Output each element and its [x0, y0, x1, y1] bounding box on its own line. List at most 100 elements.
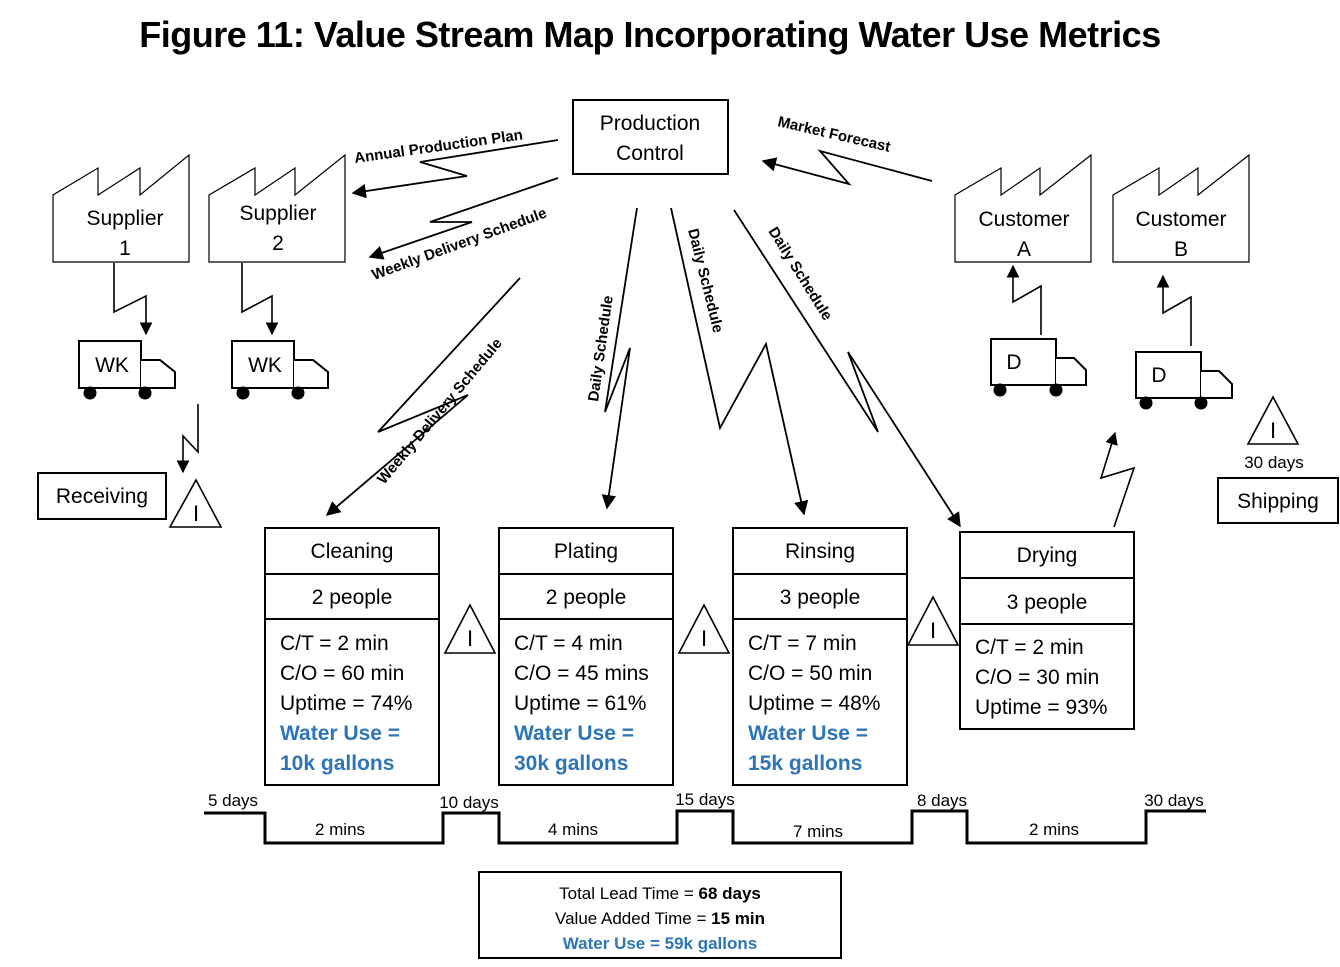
total-lead-time: Total Lead Time = 68 days [559, 884, 761, 903]
customer-b-factory-icon: Customer B [1112, 153, 1250, 263]
total-lead-time-value: 68 days [698, 884, 761, 903]
svg-text:I: I [930, 618, 936, 643]
process-uptime: Uptime = 48% [748, 692, 880, 715]
process-cycle-time: C/T = 4 min [514, 632, 623, 655]
lead-time-label: 5 days [208, 791, 258, 810]
process-people: 3 people [1007, 591, 1088, 614]
market-forecast-flow: Market Forecast [761, 113, 933, 186]
supplier-2-shipment-flow [241, 263, 279, 336]
supplier-1-truck-icon: WK [78, 340, 176, 400]
supplier-1-label: Supplier [86, 207, 163, 230]
customer-b-delivery-flow [1156, 274, 1192, 346]
process-time-label: 2 mins [1029, 820, 1079, 839]
customer-a-truck-icon: D [990, 338, 1087, 397]
customer-b-label: Customer [1135, 208, 1226, 231]
customer-a-label: Customer [978, 208, 1069, 231]
customer-a-letter: A [1017, 238, 1031, 261]
annual-production-plan-flow: Annual Production Plan [351, 126, 559, 199]
svg-text:I: I [701, 626, 707, 651]
receiving-inventory-icon: I [168, 478, 223, 528]
process-changeover: C/O = 50 min [748, 662, 872, 685]
process-cleaning: Cleaning 2 people C/T = 2 min C/O = 60 m… [264, 527, 440, 786]
supplier-1-number: 1 [119, 237, 131, 260]
value-added-time: Value Added Time = 15 min [555, 909, 765, 928]
shipping-inventory-days: 30 days [1244, 453, 1304, 472]
process-people: 3 people [780, 586, 861, 609]
process-name: Drying [1017, 544, 1078, 567]
daily-schedule-drying-flow: Daily Schedule [733, 209, 961, 528]
svg-text:I: I [193, 501, 199, 526]
process-cycle-time: C/T = 2 min [280, 632, 389, 655]
shipping-label: Shipping [1237, 490, 1319, 513]
process-water-use-value: 30k gallons [514, 752, 628, 775]
production-control-box: Production Control [572, 99, 729, 175]
weekly-delivery-supplier-flow: Weekly Delivery Schedule [368, 177, 559, 284]
supplier-2-truck-icon: WK [231, 340, 329, 400]
process-people: 2 people [312, 586, 393, 609]
svg-text:I: I [467, 626, 473, 651]
process-name: Cleaning [311, 540, 394, 563]
supplier-2-label: Supplier [239, 202, 316, 225]
weekly-delivery-cleaning-flow: Weekly Delivery Schedule [325, 277, 521, 516]
process-changeover: C/O = 60 min [280, 662, 404, 685]
customer-a-delivery-flow [1006, 264, 1042, 335]
process-people: 2 people [546, 586, 627, 609]
daily-schedule-plating-flow: Daily Schedule [585, 207, 638, 510]
production-control-label-2: Control [616, 142, 684, 165]
process-cycle-time: C/T = 2 min [975, 636, 1084, 659]
process-water-use-label: Water Use = [748, 722, 868, 745]
value-stream-map: Production Control Supplier 1 Supplier 2… [37, 99, 1339, 845]
weekly-delivery-supplier-label: Weekly Delivery Schedule [370, 205, 549, 284]
supplier-1-factory-icon: Supplier 1 [52, 153, 190, 263]
process-rinsing: Rinsing 3 people C/T = 7 min C/O = 50 mi… [732, 527, 908, 786]
process-water-use-label: Water Use = [280, 722, 400, 745]
inventory-icon: I [443, 603, 497, 654]
process-time-label: 7 mins [793, 822, 843, 841]
lead-time-label: 10 days [439, 793, 499, 812]
process-name: Rinsing [785, 540, 855, 563]
process-cycle-time: C/T = 7 min [748, 632, 857, 655]
supplier-1-truck-label: WK [95, 354, 129, 377]
receiving-label: Receiving [56, 485, 148, 508]
production-control-label-1: Production [600, 112, 700, 135]
inventory-icon: I [677, 603, 731, 654]
process-time-label: 2 mins [315, 820, 365, 839]
daily-schedule-plating-label: Daily Schedule [585, 295, 617, 403]
customer-b-truck-label: D [1151, 364, 1166, 387]
customer-a-factory-icon: Customer A [954, 153, 1092, 263]
process-plating: Plating 2 people C/T = 4 min C/O = 45 mi… [498, 527, 674, 786]
lead-time-label: 15 days [675, 790, 735, 809]
lead-time-label: 8 days [917, 791, 967, 810]
weekly-delivery-cleaning-label: Weekly Delivery Schedule [374, 335, 506, 488]
market-forecast-label: Market Forecast [776, 113, 892, 155]
shipping-box: Shipping [1217, 477, 1339, 524]
daily-schedule-rinsing-label: Daily Schedule [684, 227, 726, 335]
lead-time-label: 30 days [1144, 791, 1204, 810]
process-uptime: Uptime = 93% [975, 696, 1107, 719]
annual-production-plan-label: Annual Production Plan [353, 126, 524, 166]
process-drying: Drying 3 people C/T = 2 min C/O = 30 min… [959, 531, 1135, 730]
supplier-1-shipment-flow [113, 263, 153, 336]
drying-shipment-flow [1099, 431, 1136, 528]
process-water-use-value: 10k gallons [280, 752, 394, 775]
customer-a-truck-label: D [1006, 351, 1021, 374]
process-name: Plating [554, 540, 618, 563]
process-time-label: 4 mins [548, 820, 598, 839]
receiving-box: Receiving [37, 472, 167, 520]
value-added-time-value: 15 min [711, 909, 765, 928]
process-uptime: Uptime = 74% [280, 692, 412, 715]
total-water-use: Water Use = 59k gallons [562, 934, 758, 953]
inventory-icon: I [906, 595, 960, 646]
svg-text:I: I [1270, 418, 1276, 443]
shipping-inventory-icon: I [1246, 395, 1300, 445]
process-water-use-label: Water Use = [514, 722, 634, 745]
customer-b-truck-icon: D [1135, 351, 1233, 410]
supplier-2-truck-label: WK [248, 354, 282, 377]
process-uptime: Uptime = 61% [514, 692, 646, 715]
customer-b-letter: B [1174, 238, 1188, 261]
process-water-use-value: 15k gallons [748, 752, 862, 775]
process-changeover: C/O = 30 min [975, 666, 1099, 689]
summary-box: Total Lead Time = 68 days Value Added Ti… [478, 871, 842, 959]
supplier-2-factory-icon: Supplier 2 [208, 153, 346, 263]
process-changeover: C/O = 45 mins [514, 662, 649, 685]
